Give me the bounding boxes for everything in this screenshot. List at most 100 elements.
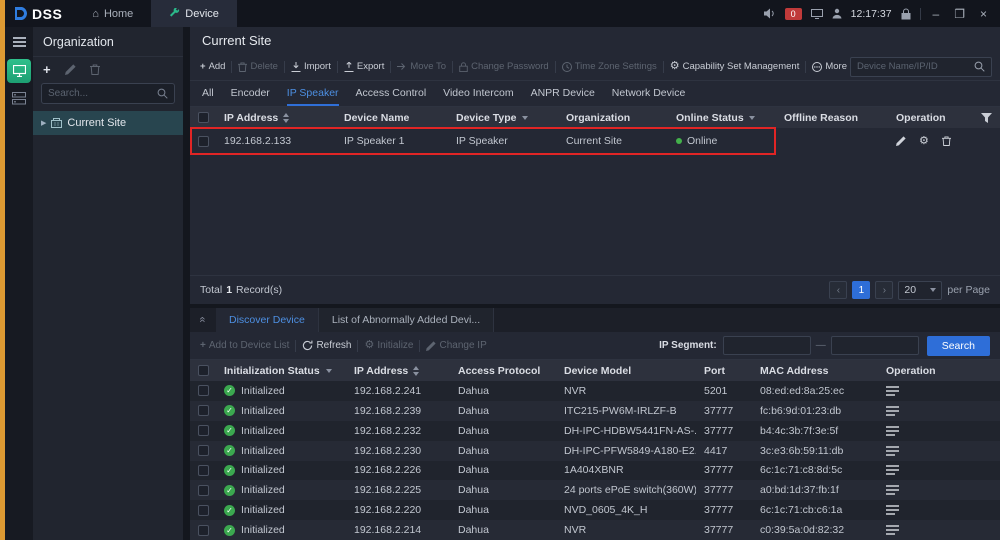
user-icon[interactable]: [832, 8, 842, 19]
details-icon[interactable]: [886, 406, 899, 416]
delete-org-icon[interactable]: [90, 64, 100, 75]
initialize-button[interactable]: ⚙ Initialize: [364, 340, 413, 351]
change-password-button[interactable]: Change Password: [459, 61, 549, 72]
discover-table-row[interactable]: ✓ Initialized 192.168.2.230 Dahua DH-IPC…: [190, 441, 1000, 461]
add-org-icon[interactable]: +: [43, 65, 51, 75]
details-icon[interactable]: [886, 505, 899, 515]
row-checkbox[interactable]: [198, 425, 209, 436]
device-module-tile[interactable]: [7, 59, 31, 83]
more-button[interactable]: More: [812, 61, 847, 72]
next-page-button[interactable]: ›: [875, 281, 893, 299]
titlebar-divider: [920, 8, 921, 20]
more-label: More: [825, 61, 847, 72]
select-all-checkbox[interactable]: [198, 365, 209, 376]
row-checkbox[interactable]: [198, 505, 209, 516]
tree-expand-icon[interactable]: ▶: [41, 119, 46, 127]
import-button[interactable]: Import: [291, 61, 331, 72]
discover-table-row[interactable]: ✓ Initialized 192.168.2.214 Dahua NVR 37…: [190, 520, 1000, 540]
search-icon[interactable]: [974, 61, 985, 72]
collapse-panel-icon[interactable]: »: [190, 308, 216, 332]
details-icon[interactable]: [886, 386, 899, 396]
discover-table-row[interactable]: ✓ Initialized 192.168.2.220 Dahua NVD_06…: [190, 500, 1000, 520]
tab-all[interactable]: All: [202, 81, 214, 106]
close-button[interactable]: ×: [977, 7, 990, 21]
tab-video-intercom[interactable]: Video Intercom: [443, 81, 513, 106]
ip-segment-end-input[interactable]: [831, 336, 919, 355]
nav-tab-home[interactable]: ⌂ Home: [74, 0, 151, 27]
server-module-icon[interactable]: [12, 92, 26, 105]
minimize-button[interactable]: –: [930, 7, 943, 21]
delete-icon[interactable]: [942, 136, 951, 146]
ip-segment-start-input[interactable]: [723, 336, 811, 355]
device-model: DH-IPC-PFW5849-A180-E2...: [556, 445, 696, 457]
row-checkbox[interactable]: [198, 385, 209, 396]
discover-table-row[interactable]: ✓ Initialized 192.168.2.241 Dahua NVR 52…: [190, 381, 1000, 401]
row-checkbox[interactable]: [198, 525, 209, 536]
export-button[interactable]: Export: [344, 61, 384, 72]
tab-network-device[interactable]: Network Device: [612, 81, 686, 106]
refresh-button[interactable]: Refresh: [302, 340, 351, 351]
time-zone-settings-button[interactable]: Time Zone Settings: [562, 61, 657, 72]
add-to-device-list-button[interactable]: + Add to Device List: [200, 340, 289, 351]
tab-encoder[interactable]: Encoder: [231, 81, 270, 106]
tab-abnormally-added[interactable]: List of Abnormally Added Devi...: [319, 308, 494, 332]
row-checkbox[interactable]: [198, 136, 209, 147]
capture-edge-strip: [0, 0, 5, 540]
discover-table-row[interactable]: ✓ Initialized 192.168.2.232 Dahua DH-IPC…: [190, 421, 1000, 441]
details-icon[interactable]: [886, 525, 899, 535]
current-page-button[interactable]: 1: [852, 281, 870, 299]
page-size-select[interactable]: 20: [898, 281, 942, 300]
filter-dropdown-icon[interactable]: [522, 116, 528, 120]
col-port: Port: [704, 365, 725, 377]
row-checkbox[interactable]: [198, 405, 209, 416]
tab-access-control[interactable]: Access Control: [356, 81, 427, 106]
config-icon[interactable]: ⚙: [919, 136, 929, 147]
tab-discover-device[interactable]: Discover Device: [216, 308, 319, 332]
capability-set-button[interactable]: ⚙ Capability Set Management: [670, 61, 800, 72]
tab-anpr-device[interactable]: ANPR Device: [531, 81, 595, 106]
filter-dropdown-icon[interactable]: [326, 369, 332, 373]
segment-search-button[interactable]: Search: [927, 336, 990, 356]
restore-button[interactable]: ❐: [951, 7, 968, 21]
pagination-controls: ‹ 1 › 20 per Page: [829, 281, 990, 300]
sort-icon[interactable]: [413, 366, 419, 376]
nav-tab-device[interactable]: Device: [151, 0, 237, 27]
device-model: 24 ports ePoE switch(360W): [556, 484, 696, 496]
select-all-checkbox[interactable]: [198, 112, 209, 123]
edit-org-icon[interactable]: [65, 64, 76, 75]
speaker-icon[interactable]: [764, 8, 776, 19]
nav-tab-device-label: Device: [185, 8, 219, 20]
filter-dropdown-icon[interactable]: [749, 116, 755, 120]
monitor-icon[interactable]: [811, 9, 823, 19]
discover-table-row[interactable]: ✓ Initialized 192.168.2.239 Dahua ITC215…: [190, 401, 1000, 421]
details-icon[interactable]: [886, 446, 899, 456]
row-checkbox[interactable]: [198, 485, 209, 496]
delete-button[interactable]: Delete: [238, 61, 277, 72]
device-table-row[interactable]: 192.168.2.133 IP Speaker 1 IP Speaker Cu…: [190, 128, 1000, 154]
toolbar-separator: [337, 61, 338, 73]
discover-table-row[interactable]: ✓ Initialized 192.168.2.225 Dahua 24 por…: [190, 480, 1000, 500]
device-search-input[interactable]: [857, 61, 974, 72]
sort-icon[interactable]: [283, 113, 289, 123]
row-checkbox[interactable]: [198, 445, 209, 456]
menu-icon[interactable]: [10, 34, 29, 50]
lock-icon[interactable]: [901, 8, 911, 20]
alarm-count-badge[interactable]: 0: [785, 8, 802, 20]
details-icon[interactable]: [886, 485, 899, 495]
edit-icon[interactable]: [896, 136, 906, 146]
discover-table-row[interactable]: ✓ Initialized 192.168.2.226 Dahua 1A404X…: [190, 461, 1000, 481]
row-checkbox[interactable]: [198, 465, 209, 476]
move-to-button[interactable]: Move To: [397, 61, 446, 72]
change-ip-button[interactable]: Change IP: [426, 340, 486, 351]
discover-tabs: » Discover Device List of Abnormally Add…: [190, 308, 1000, 332]
organization-panel: Organization + ▶: [33, 27, 183, 540]
add-button[interactable]: + Add: [200, 61, 225, 72]
details-icon[interactable]: [886, 426, 899, 436]
tab-ip-speaker[interactable]: IP Speaker: [287, 81, 339, 106]
filter-funnel-icon[interactable]: [981, 113, 992, 123]
tree-item-current-site[interactable]: ▶ Current Site: [33, 111, 183, 135]
search-icon[interactable]: [157, 88, 168, 99]
org-search-input[interactable]: [48, 88, 157, 99]
details-icon[interactable]: [886, 465, 899, 475]
prev-page-button[interactable]: ‹: [829, 281, 847, 299]
